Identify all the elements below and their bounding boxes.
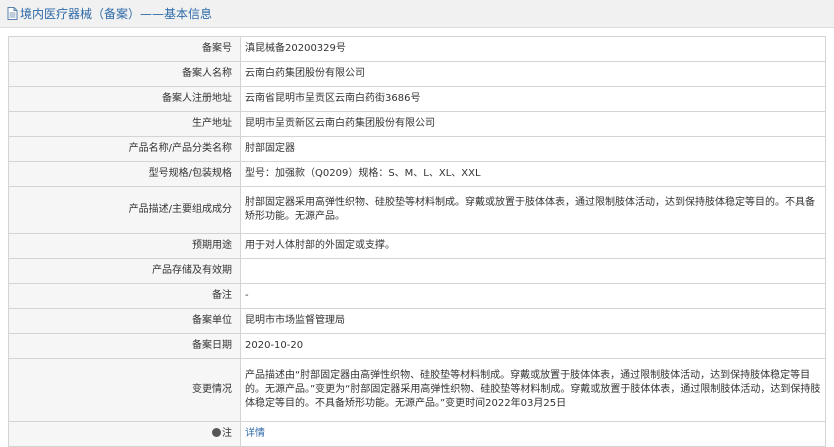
document-icon	[6, 7, 18, 21]
note-label: 注	[222, 428, 232, 439]
row-value: 用于对人体肘部的外固定或支撑。	[240, 233, 826, 259]
table-row: 备案人名称 云南白药集团股份有限公司	[8, 61, 826, 87]
info-table: 备案号 滇昆械备20200329号 备案人名称 云南白药集团股份有限公司 备案人…	[8, 36, 826, 447]
table-row-footer: 注 详情	[8, 421, 826, 447]
details-cell: 详情	[240, 421, 826, 447]
row-value: 肘部固定器	[240, 136, 826, 162]
row-label: 备案人注册地址	[8, 86, 241, 112]
row-value: 昆明市市场监督管理局	[240, 308, 826, 334]
row-label: 生产地址	[8, 111, 241, 137]
row-label: 产品描述/主要组成成分	[8, 186, 241, 234]
row-value: 型号：加强款（Q0209）规格：S、M、L、XL、XXL	[240, 161, 826, 187]
table-row: 备案号 滇昆械备20200329号	[8, 36, 826, 62]
row-label: 备案人名称	[8, 61, 241, 87]
row-label: 备案日期	[8, 333, 241, 359]
table-row: 备案日期 2020-10-20	[8, 333, 826, 359]
row-label: 型号规格/包装规格	[8, 161, 241, 187]
row-value: 滇昆械备20200329号	[240, 36, 826, 62]
table-row: 备案人注册地址 云南省昆明市呈贡区云南白药街3686号	[8, 86, 826, 112]
table-row: 备案单位 昆明市市场监督管理局	[8, 308, 826, 334]
table-row: 产品名称/产品分类名称 肘部固定器	[8, 136, 826, 162]
row-label: 备案号	[8, 36, 241, 62]
table-row: 型号规格/包装规格 型号：加强款（Q0209）规格：S、M、L、XL、XXL	[8, 161, 826, 187]
row-value: 云南省昆明市呈贡区云南白药街3686号	[240, 86, 826, 112]
table-row: 产品存储及有效期	[8, 258, 826, 284]
row-label: 备案单位	[8, 308, 241, 334]
table-row: 产品描述/主要组成成分 肘部固定器采用高弹性织物、硅胶垫等材料制成。穿戴或放置于…	[8, 186, 826, 234]
page-title: 境内医疗器械（备案）——基本信息	[20, 7, 213, 21]
page-header: 境内医疗器械（备案）——基本信息	[0, 0, 834, 28]
table-row: 备注 -	[8, 283, 826, 309]
row-value: 产品描述由“肘部固定器由高弹性织物、硅胶垫等材料制成。穿戴或放置于肢体体表，通过…	[240, 358, 826, 422]
row-value: 2020-10-20	[240, 333, 826, 359]
row-value	[240, 258, 826, 284]
row-label: 产品名称/产品分类名称	[8, 136, 241, 162]
row-label: 产品存储及有效期	[8, 258, 241, 284]
info-table-container: 备案号 滇昆械备20200329号 备案人名称 云南白药集团股份有限公司 备案人…	[8, 36, 826, 447]
row-label: 变更情况	[8, 358, 241, 422]
row-value: 肘部固定器采用高弹性织物、硅胶垫等材料制成。穿戴或放置于肢体体表，通过限制肢体活…	[240, 186, 826, 234]
row-label: 预期用途	[8, 233, 241, 259]
table-row: 预期用途 用于对人体肘部的外固定或支撑。	[8, 233, 826, 259]
bullet-icon	[212, 428, 221, 437]
row-label: 备注	[8, 283, 241, 309]
row-value: 云南白药集团股份有限公司	[240, 61, 826, 87]
details-link[interactable]: 详情	[245, 428, 265, 439]
row-value: 昆明市呈贡新区云南白药集团股份有限公司	[240, 111, 826, 137]
table-row: 生产地址 昆明市呈贡新区云南白药集团股份有限公司	[8, 111, 826, 137]
note-label-cell: 注	[8, 421, 241, 447]
row-value: -	[240, 283, 826, 309]
table-row: 变更情况 产品描述由“肘部固定器由高弹性织物、硅胶垫等材料制成。穿戴或放置于肢体…	[8, 358, 826, 422]
